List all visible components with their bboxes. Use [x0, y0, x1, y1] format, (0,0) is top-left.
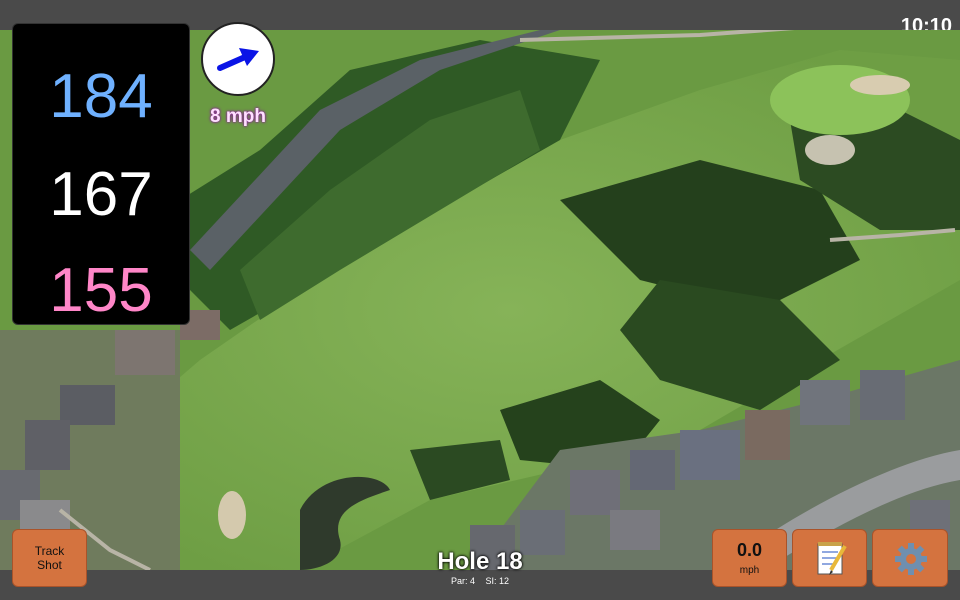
wind-speed: 8 mph — [210, 106, 266, 127]
back-distance: 184 — [49, 62, 153, 131]
hole-par: Par: 4 — [450, 576, 475, 586]
notes-button[interactable] — [792, 529, 867, 587]
speed-value: 0.0 — [736, 540, 763, 560]
hole-stroke-index: SI: 12 — [485, 576, 510, 586]
speed-button[interactable]: 0.0 mph — [712, 529, 787, 587]
gear-icon — [895, 543, 927, 575]
settings-button[interactable] — [872, 529, 948, 587]
speed-unit: mph — [739, 565, 760, 576]
hole-title: Hole 18 — [437, 548, 523, 575]
track-shot-button[interactable]: Track Shot — [12, 529, 87, 587]
distance-panel: 184 167 155 — [12, 23, 190, 325]
middle-distance: 167 — [49, 160, 153, 229]
hole-meta: Par: 4 SI: 12 — [400, 576, 560, 586]
track-shot-label: Track Shot — [34, 544, 65, 572]
wind-indicator — [201, 22, 275, 96]
front-distance: 155 — [49, 256, 153, 325]
wind-arrow-icon — [217, 48, 259, 71]
notepad-icon — [817, 542, 847, 575]
